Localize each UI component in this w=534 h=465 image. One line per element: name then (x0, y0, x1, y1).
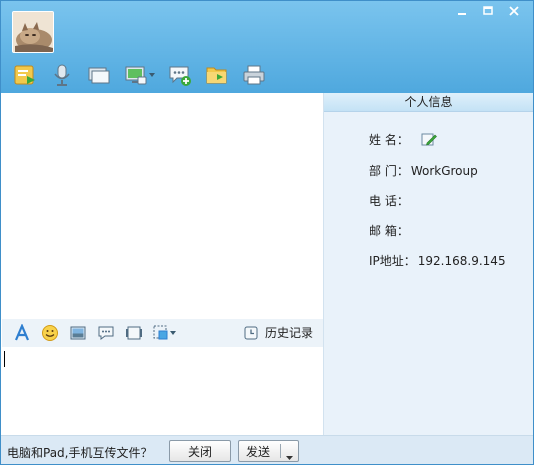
input-toolbar: 历史记录 (2, 319, 323, 347)
ip-label: IP地址： (369, 254, 416, 268)
maximize-button[interactable] (475, 1, 501, 21)
dept-label: 部 门： (369, 164, 409, 178)
send-divider (280, 444, 281, 458)
title-bar (1, 1, 533, 93)
printer-icon (243, 65, 265, 85)
window-controls (449, 1, 527, 21)
send-button[interactable]: 发送 (238, 440, 299, 462)
phone-label: 电 话： (369, 194, 409, 208)
bottom-bar: 电脑和Pad,手机互传文件？ 关闭 发送 (1, 435, 533, 464)
info-dept-row: 部 门： WorkGroup (369, 162, 478, 179)
capture-button[interactable] (151, 322, 177, 344)
capture-icon (153, 325, 168, 340)
shared-folder-button[interactable] (205, 62, 229, 88)
monitor-icon (88, 67, 110, 84)
personal-info-panel: 个人信息 姓 名： 部 门： WorkGroup 电 话： 邮 箱： IP地址： (323, 93, 533, 435)
image-button[interactable] (67, 322, 89, 344)
print-button[interactable] (242, 62, 266, 88)
edit-name-button[interactable] (421, 132, 437, 148)
chevron-down-icon (170, 331, 176, 335)
send-label: 发送 (246, 444, 271, 459)
transfer-tip-link[interactable]: 电脑和Pad,手机互传文件？ (7, 444, 152, 461)
remote-desktop-icon (125, 66, 147, 85)
chat-window: 历史记录 个人信息 姓 名： 部 门： WorkGroup 电 话： 邮 箱： (0, 0, 534, 465)
panel-title: 个人信息 (324, 93, 533, 112)
screenshot-icon (126, 326, 142, 340)
chat-history-area[interactable] (2, 93, 323, 319)
message-button[interactable] (95, 322, 117, 344)
chat-add-icon (169, 66, 191, 86)
emoji-icon (42, 325, 58, 341)
cat-avatar-image (13, 12, 53, 52)
history-record-link[interactable]: 历史记录 (243, 324, 313, 341)
minimize-button[interactable] (449, 1, 475, 21)
history-label: 历史记录 (264, 326, 313, 340)
history-icon (244, 326, 258, 339)
image-icon (70, 326, 86, 340)
folder-icon (206, 67, 227, 84)
message-icon (98, 326, 114, 340)
close-button[interactable] (501, 1, 527, 21)
maximize-icon (483, 6, 493, 15)
info-email-row: 邮 箱： (369, 222, 411, 239)
minimize-icon (458, 13, 466, 15)
email-label: 邮 箱： (369, 224, 409, 238)
screenshot-button[interactable] (123, 322, 145, 344)
avatar[interactable] (12, 11, 54, 53)
send-file-button[interactable] (13, 62, 37, 88)
name-label: 姓 名： (369, 133, 409, 147)
text-caret (4, 351, 5, 367)
emoji-button[interactable] (39, 322, 61, 344)
chevron-down-icon[interactable] (149, 70, 155, 80)
font-icon (14, 324, 30, 341)
info-phone-row: 电 话： (369, 192, 411, 209)
info-ip-row: IP地址： 192.168.9.145 (369, 252, 506, 269)
ip-value: 192.168.9.145 (417, 253, 506, 268)
font-button[interactable] (11, 322, 33, 344)
edit-icon (421, 133, 437, 145)
close-icon (509, 6, 519, 16)
info-name-row: 姓 名： (369, 131, 437, 148)
send-options-chevron-icon[interactable] (286, 449, 293, 463)
remote-desktop-button[interactable] (124, 62, 155, 88)
microphone-icon (54, 64, 70, 86)
file-transfer-icon (14, 65, 35, 85)
close-chat-button[interactable]: 关闭 (169, 440, 231, 462)
group-chat-button[interactable] (168, 62, 192, 88)
voice-button[interactable] (50, 62, 74, 88)
message-input[interactable] (2, 347, 323, 435)
dept-value: WorkGroup (410, 163, 478, 178)
main-toolbar (13, 61, 279, 89)
video-button[interactable] (87, 62, 111, 88)
